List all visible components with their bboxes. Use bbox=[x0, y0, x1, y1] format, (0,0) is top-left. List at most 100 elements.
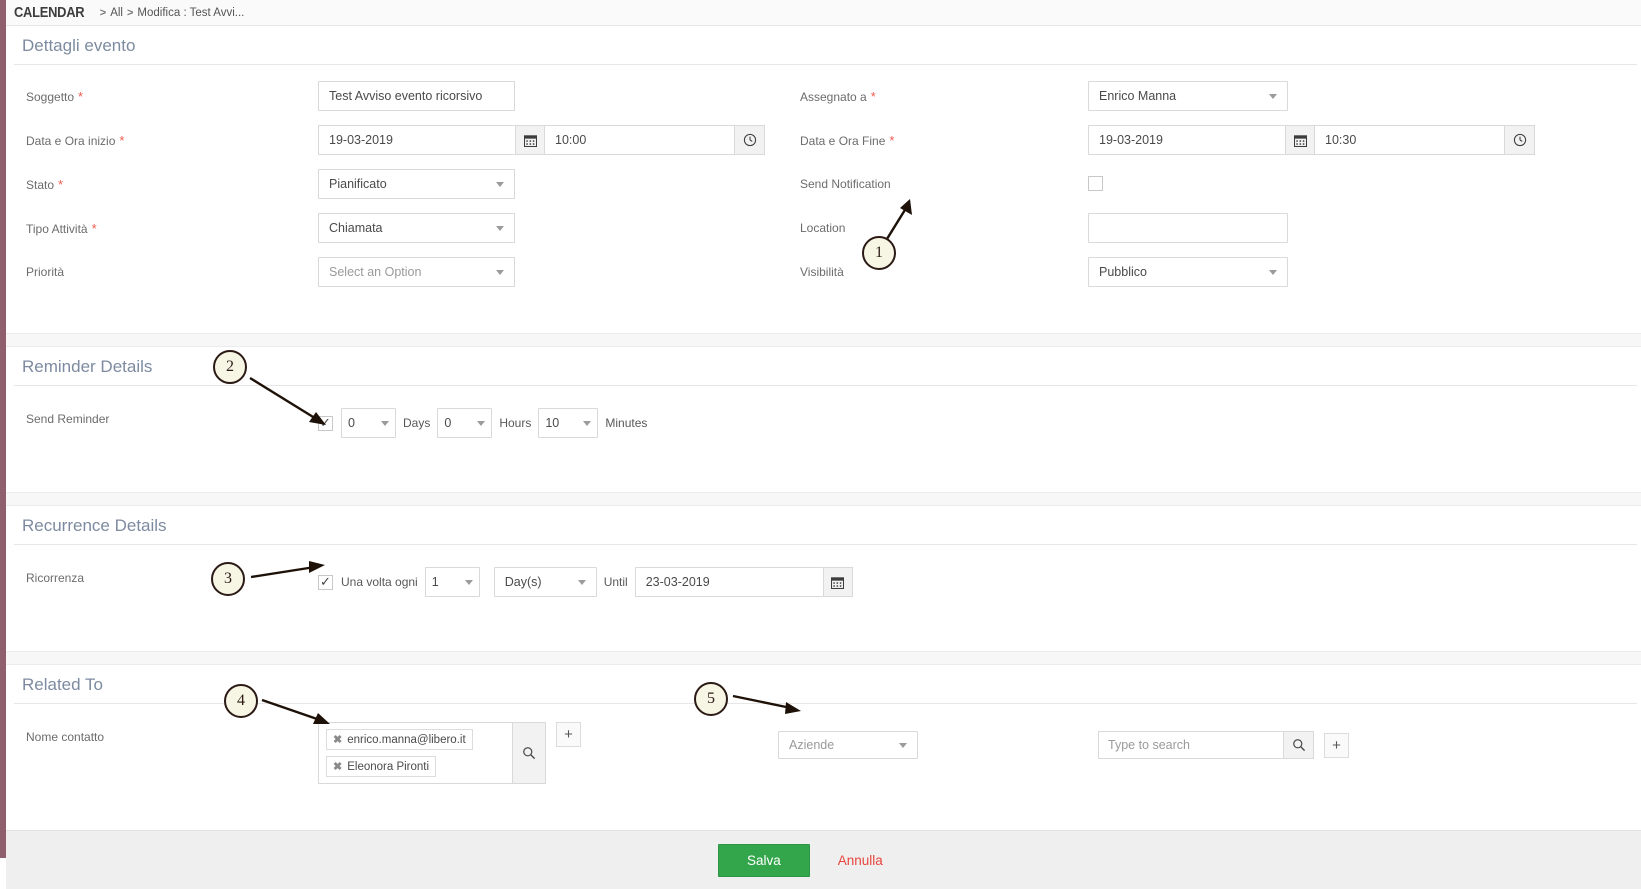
add-related-button[interactable]: + bbox=[1324, 732, 1349, 758]
related-search-group: Type to search + bbox=[1098, 731, 1498, 759]
form-row-activity-type: Tipo Attività * Chiamata Location bbox=[6, 213, 1641, 257]
priority-select[interactable]: Select an Option bbox=[318, 257, 515, 287]
reminder-days-label: Days bbox=[403, 416, 431, 430]
label-status: Stato * bbox=[6, 169, 318, 192]
chevron-down-icon-module bbox=[899, 742, 907, 748]
contact-search-icon-button[interactable] bbox=[513, 722, 546, 784]
section-title-recurrence-details: Recurrence Details bbox=[22, 516, 167, 535]
form-row-status: Stato * Pianificato Send Notification bbox=[6, 169, 1641, 213]
related-module-select[interactable]: Aziende bbox=[778, 731, 918, 759]
save-button[interactable]: Salva bbox=[718, 843, 810, 877]
close-icon-token-1[interactable]: ✖ bbox=[333, 760, 342, 773]
label-end-datetime: Data e Ora Fine * bbox=[778, 125, 1088, 148]
field-assigned-to: Enrico Manna bbox=[1088, 81, 1588, 111]
related-search-button[interactable] bbox=[1284, 731, 1314, 759]
annotation-callout-2: 2 bbox=[213, 350, 247, 384]
recurrence-until-input[interactable]: 23-03-2019 bbox=[634, 567, 823, 597]
contact-token-wrap: ✖ enrico.manna@libero.it ✖ Eleonora Piro… bbox=[318, 722, 778, 784]
label-send-notification: Send Notification bbox=[800, 177, 891, 191]
clock-icon-start[interactable] bbox=[735, 125, 765, 155]
calendar-icon-until[interactable] bbox=[822, 567, 853, 597]
calendar-icon-svg bbox=[523, 134, 537, 147]
field-contact-tokens: ✖ enrico.manna@libero.it ✖ Eleonora Piro… bbox=[318, 722, 778, 784]
field-status: Pianificato bbox=[318, 169, 778, 199]
end-date-input[interactable]: 19-03-2019 bbox=[1088, 125, 1285, 155]
reminder-inline-group: ✓ 0 Days 0 Hours 10 Minutes bbox=[318, 408, 1218, 438]
breadcrumb-module-label[interactable]: CALENDAR bbox=[14, 4, 85, 21]
reminder-minutes-value: 10 bbox=[545, 416, 560, 430]
location-input[interactable] bbox=[1088, 213, 1288, 243]
form-row-related-contact: Nome contatto ✖ enrico.manna@libero.it ✖… bbox=[6, 722, 1641, 784]
form-row-subject: Soggetto * Test Avviso evento ricorsivo A… bbox=[6, 81, 1641, 125]
contact-token[interactable]: ✖ Eleonora Pironti bbox=[326, 756, 437, 777]
annotation-arrow-5 bbox=[732, 694, 801, 714]
field-send-notification bbox=[1088, 169, 1588, 196]
end-time-input[interactable]: 10:30 bbox=[1315, 125, 1505, 155]
chevron-down-icon-unit bbox=[577, 579, 586, 585]
breadcrumb-separator-icon: > bbox=[99, 6, 107, 19]
recurrence-unit-value: Day(s) bbox=[504, 575, 542, 589]
visibility-value: Pubblico bbox=[1099, 265, 1147, 279]
subject-input[interactable]: Test Avviso evento ricorsivo bbox=[318, 81, 515, 111]
reminder-days-select[interactable]: 0 bbox=[341, 408, 396, 438]
field-send-reminder: ✓ 0 Days 0 Hours 10 Minutes bbox=[318, 404, 1218, 438]
status-select[interactable]: Pianificato bbox=[318, 169, 515, 199]
field-related-module: Aziende bbox=[778, 722, 1098, 759]
reminder-days-value: 0 bbox=[348, 416, 355, 430]
calendar-icon-start[interactable] bbox=[515, 125, 545, 155]
visibility-select[interactable]: Pubblico bbox=[1088, 257, 1288, 287]
label-status-text: Stato bbox=[26, 178, 55, 192]
add-contact-button[interactable]: + bbox=[556, 722, 581, 747]
field-end-datetime: 19-03-2019 10:30 bbox=[1088, 125, 1588, 155]
recurrence-unit-select[interactable]: Day(s) bbox=[493, 567, 597, 597]
annotation-arrow-2 bbox=[249, 376, 326, 425]
chevron-down-icon-hours bbox=[477, 420, 486, 426]
label-subject-text: Soggetto bbox=[26, 90, 75, 104]
chevron-down-icon-activity bbox=[496, 225, 504, 231]
chevron-down-icon bbox=[1269, 93, 1277, 99]
assigned-to-select[interactable]: Enrico Manna bbox=[1088, 81, 1288, 111]
section-band-reminder bbox=[6, 333, 1641, 347]
field-visibility: Pubblico bbox=[1088, 257, 1588, 287]
calendar-icon-end[interactable] bbox=[1285, 125, 1315, 155]
annotation-callout-5: 5 bbox=[694, 682, 728, 716]
reminder-hours-label: Hours bbox=[499, 416, 532, 430]
start-date-input[interactable]: 19-03-2019 bbox=[318, 125, 515, 155]
field-subject: Test Avviso evento ricorsivo bbox=[318, 81, 778, 111]
label-start-text: Data e Ora inizio bbox=[26, 134, 116, 148]
field-priority: Select an Option bbox=[318, 257, 778, 287]
recurrence-interval-select[interactable]: 1 bbox=[424, 567, 480, 597]
cancel-button[interactable]: Annulla bbox=[838, 853, 883, 868]
annotation-arrow-3 bbox=[250, 561, 325, 579]
clock-icon-svg bbox=[743, 133, 756, 147]
reminder-hours-select[interactable]: 0 bbox=[437, 408, 493, 438]
contact-token-box[interactable]: ✖ enrico.manna@libero.it ✖ Eleonora Piro… bbox=[318, 722, 513, 784]
breadcrumb-item-all[interactable]: All bbox=[110, 7, 123, 19]
related-search-input[interactable]: Type to search bbox=[1098, 731, 1284, 759]
send-notification-checkbox[interactable] bbox=[1088, 176, 1103, 191]
send-notification-wrap bbox=[1088, 169, 1588, 196]
recurrence-until-group: 23-03-2019 bbox=[634, 567, 853, 597]
annotation-arrow-4 bbox=[261, 698, 330, 724]
recurrence-interval-value: 1 bbox=[431, 575, 439, 589]
search-icon-related bbox=[1292, 739, 1305, 752]
section-title-event-details: Dettagli evento bbox=[22, 36, 136, 55]
start-time-input[interactable]: 10:00 bbox=[545, 125, 735, 155]
close-icon-token-0[interactable]: ✖ bbox=[333, 733, 342, 746]
form-row-priority: Priorità Select an Option Visibilità Pub… bbox=[6, 257, 1641, 301]
related-body: Nome contatto ✖ enrico.manna@libero.it ✖… bbox=[6, 704, 1641, 784]
clock-icon-end[interactable] bbox=[1505, 125, 1535, 155]
activity-type-select[interactable]: Chiamata bbox=[318, 213, 515, 243]
recurrence-every-label: Una volta ogni bbox=[341, 575, 418, 589]
required-marker-assigned: * bbox=[870, 89, 876, 104]
section-band-recurrence bbox=[6, 492, 1641, 506]
reminder-minutes-select[interactable]: 10 bbox=[538, 408, 599, 438]
required-marker-start: * bbox=[119, 133, 125, 148]
label-activity-type-text: Tipo Attività bbox=[26, 222, 88, 236]
label-visibility: Visibilità bbox=[800, 265, 844, 279]
contact-token[interactable]: ✖ enrico.manna@libero.it bbox=[326, 729, 473, 750]
activity-type-value: Chiamata bbox=[329, 221, 383, 235]
calendar-icon-end-svg bbox=[1293, 134, 1307, 147]
